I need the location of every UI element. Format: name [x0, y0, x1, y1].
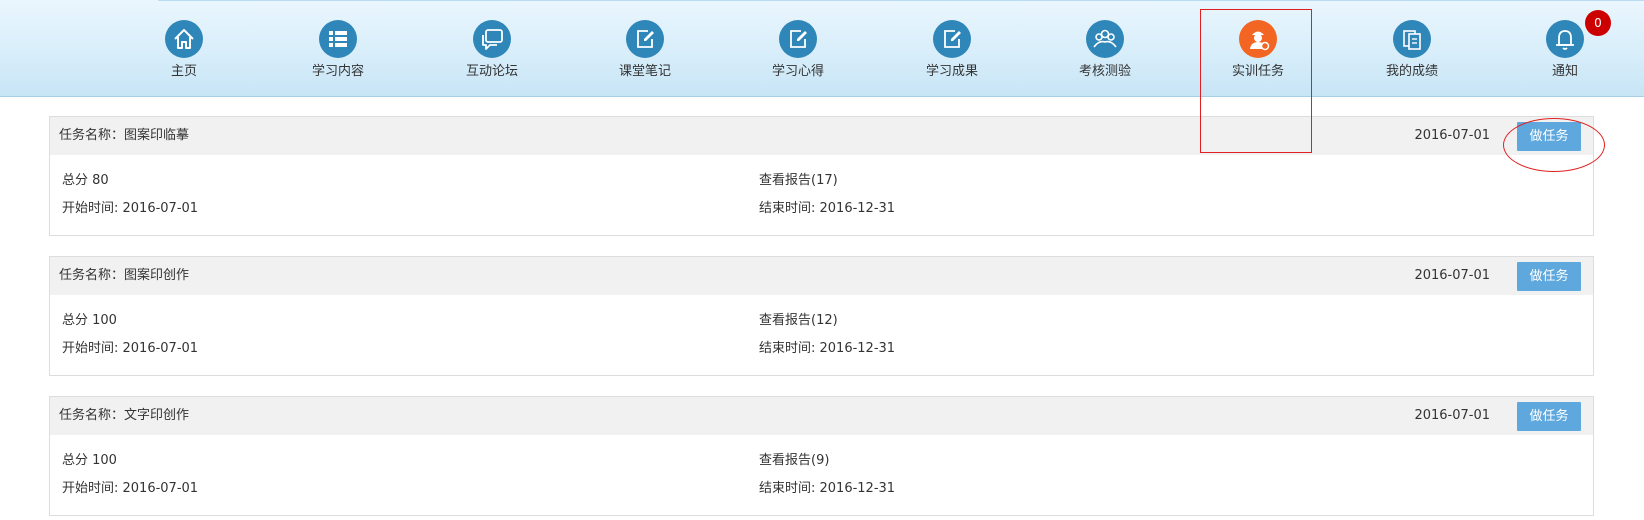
top-navigation-bar: 主页 学习内容 互动论坛 课堂笔记 学习心得 学习成果 考核测验 实训任务 我的…: [0, 0, 1644, 97]
task-name-value: 图案印临摹: [124, 128, 190, 143]
nav-item-my-grades[interactable]: 我的成绩: [1352, 20, 1472, 90]
nav-item-study-reflections[interactable]: 学习心得: [738, 20, 858, 90]
group-icon: [1086, 20, 1124, 58]
notification-badge[interactable]: 0: [1585, 10, 1611, 36]
nav-label-forum: 互动论坛: [465, 64, 518, 79]
edit-note-icon: [626, 20, 664, 58]
task-body: 总分 80 开始时间: 2016-07-01 查看报告(17) 结束时间: 20…: [50, 155, 1593, 235]
view-report-link[interactable]: 查看报告(9): [759, 449, 829, 468]
task-name: 任务名称：图案印临摹: [59, 117, 189, 155]
task-header: 任务名称：图案印创作 2016-07-01 做任务: [50, 257, 1593, 295]
topbar-edge: [158, 0, 1644, 1]
task-date: 2016-07-01: [1414, 408, 1490, 423]
task-total-score: 总分 100: [62, 313, 117, 328]
task-name: 任务名称：图案印创作: [59, 257, 189, 295]
task-body: 总分 100 开始时间: 2016-07-01 查看报告(9) 结束时间: 20…: [50, 435, 1593, 515]
task-name-prefix: 任务名称：: [59, 408, 125, 423]
task-end-time: 结束时间: 2016-12-31: [759, 481, 896, 496]
nav-item-study-results[interactable]: 学习成果: [892, 20, 1012, 90]
do-task-button[interactable]: 做任务: [1517, 262, 1581, 291]
task-start-time: 开始时间: 2016-07-01: [62, 341, 199, 356]
nav-label-study-content: 学习内容: [311, 64, 364, 79]
task-header: 任务名称：图案印临摹 2016-07-01 做任务: [50, 117, 1593, 155]
nav-label-home: 主页: [170, 64, 197, 79]
grades-icon: [1393, 20, 1431, 58]
do-task-button[interactable]: 做任务: [1517, 122, 1581, 151]
edit-note-icon: [933, 20, 971, 58]
list-icon: [319, 20, 357, 58]
task-card: 任务名称：图案印创作 2016-07-01 做任务 总分 100 开始时间: 2…: [49, 256, 1594, 376]
task-header: 任务名称：文字印创作 2016-07-01 做任务: [50, 397, 1593, 435]
nav-label-study-reflections: 学习心得: [771, 64, 824, 79]
task-total-score: 总分 100: [62, 453, 117, 468]
task-card: 任务名称：图案印临摹 2016-07-01 做任务 总分 80 开始时间: 20…: [49, 116, 1594, 236]
nav-item-training-tasks[interactable]: 实训任务: [1198, 20, 1318, 90]
task-name-value: 图案印创作: [124, 268, 190, 283]
task-name-prefix: 任务名称：: [59, 268, 125, 283]
task-end-time: 结束时间: 2016-12-31: [759, 341, 896, 356]
nav-item-home[interactable]: 主页: [124, 20, 244, 90]
task-total-score: 总分 80: [62, 173, 109, 188]
nav-label-my-grades: 我的成绩: [1385, 64, 1438, 79]
do-task-button[interactable]: 做任务: [1517, 402, 1581, 431]
task-end-time: 结束时间: 2016-12-31: [759, 201, 896, 216]
task-start-time: 开始时间: 2016-07-01: [62, 481, 199, 496]
task-name-value: 文字印创作: [124, 408, 190, 423]
task-name-prefix: 任务名称：: [59, 128, 125, 143]
view-report-link[interactable]: 查看报告(12): [759, 309, 838, 328]
trainee-icon: [1239, 20, 1277, 58]
task-card: 任务名称：文字印创作 2016-07-01 做任务 总分 100 开始时间: 2…: [49, 396, 1594, 516]
task-date: 2016-07-01: [1414, 268, 1490, 283]
nav-item-class-notes[interactable]: 课堂笔记: [585, 20, 705, 90]
nav-label-training-tasks: 实训任务: [1231, 64, 1284, 79]
nav-item-study-content[interactable]: 学习内容: [278, 20, 398, 90]
task-name: 任务名称：文字印创作: [59, 397, 189, 435]
bell-icon: [1546, 20, 1584, 58]
view-report-link[interactable]: 查看报告(17): [759, 169, 838, 188]
task-date: 2016-07-01: [1414, 128, 1490, 143]
chat-bubble-icon: [473, 20, 511, 58]
edit-note-icon: [779, 20, 817, 58]
task-body: 总分 100 开始时间: 2016-07-01 查看报告(12) 结束时间: 2…: [50, 295, 1593, 375]
nav-label-study-results: 学习成果: [925, 64, 978, 79]
nav-label-class-notes: 课堂笔记: [618, 64, 671, 79]
nav-item-forum[interactable]: 互动论坛: [432, 20, 552, 90]
nav-item-quiz[interactable]: 考核测验: [1045, 20, 1165, 90]
nav-label-quiz: 考核测验: [1078, 64, 1131, 79]
task-start-time: 开始时间: 2016-07-01: [62, 201, 199, 216]
nav-label-notifications: 通知: [1551, 64, 1578, 79]
home-icon: [165, 20, 203, 58]
